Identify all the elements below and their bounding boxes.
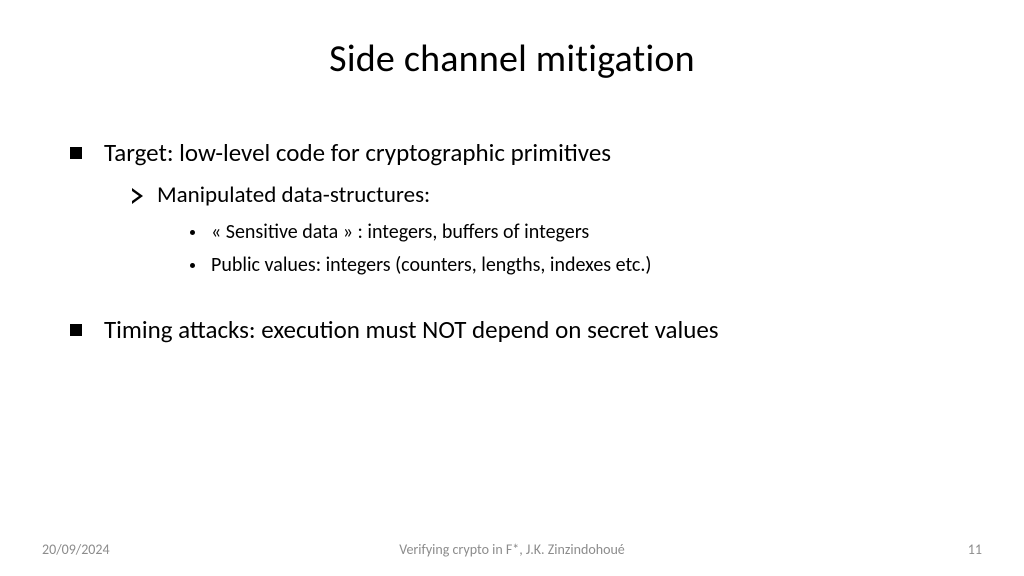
footer-date: 20/09/2024 bbox=[42, 541, 110, 558]
chevron-right-icon bbox=[132, 188, 143, 204]
slide: Side channel mitigation Target: low-leve… bbox=[0, 0, 1024, 576]
bullet-level3: Public values: integers (counters, lengt… bbox=[190, 252, 954, 279]
slide-footer: 20/09/2024 Verifying crypto in F*, J.K. … bbox=[0, 541, 1024, 558]
footer-page-number: 11 bbox=[968, 541, 982, 558]
square-bullet-icon bbox=[70, 324, 82, 336]
bullet-text: Manipulated data-structures: bbox=[157, 180, 430, 211]
bullet-text: Public values: integers (counters, lengt… bbox=[211, 252, 651, 279]
bullet-level2: Manipulated data-structures: bbox=[132, 180, 954, 211]
slide-content: Target: low-level code for cryptographic… bbox=[70, 136, 954, 347]
bullet-level1: Target: low-level code for cryptographic… bbox=[70, 136, 954, 170]
dot-bullet-icon bbox=[190, 230, 195, 235]
bullet-level3: « Sensitive data » : integers, buffers o… bbox=[190, 219, 954, 246]
bullet-text: Target: low-level code for cryptographic… bbox=[104, 136, 611, 170]
spacer bbox=[70, 285, 954, 313]
dot-bullet-icon bbox=[190, 263, 195, 268]
footer-title: Verifying crypto in F*, J.K. Zinzindohou… bbox=[0, 541, 1024, 558]
bullet-text: Timing attacks: execution must NOT depen… bbox=[104, 313, 719, 347]
slide-title: Side channel mitigation bbox=[70, 36, 954, 82]
square-bullet-icon bbox=[70, 147, 82, 159]
bullet-text: « Sensitive data » : integers, buffers o… bbox=[211, 219, 589, 246]
bullet-level1: Timing attacks: execution must NOT depen… bbox=[70, 313, 954, 347]
